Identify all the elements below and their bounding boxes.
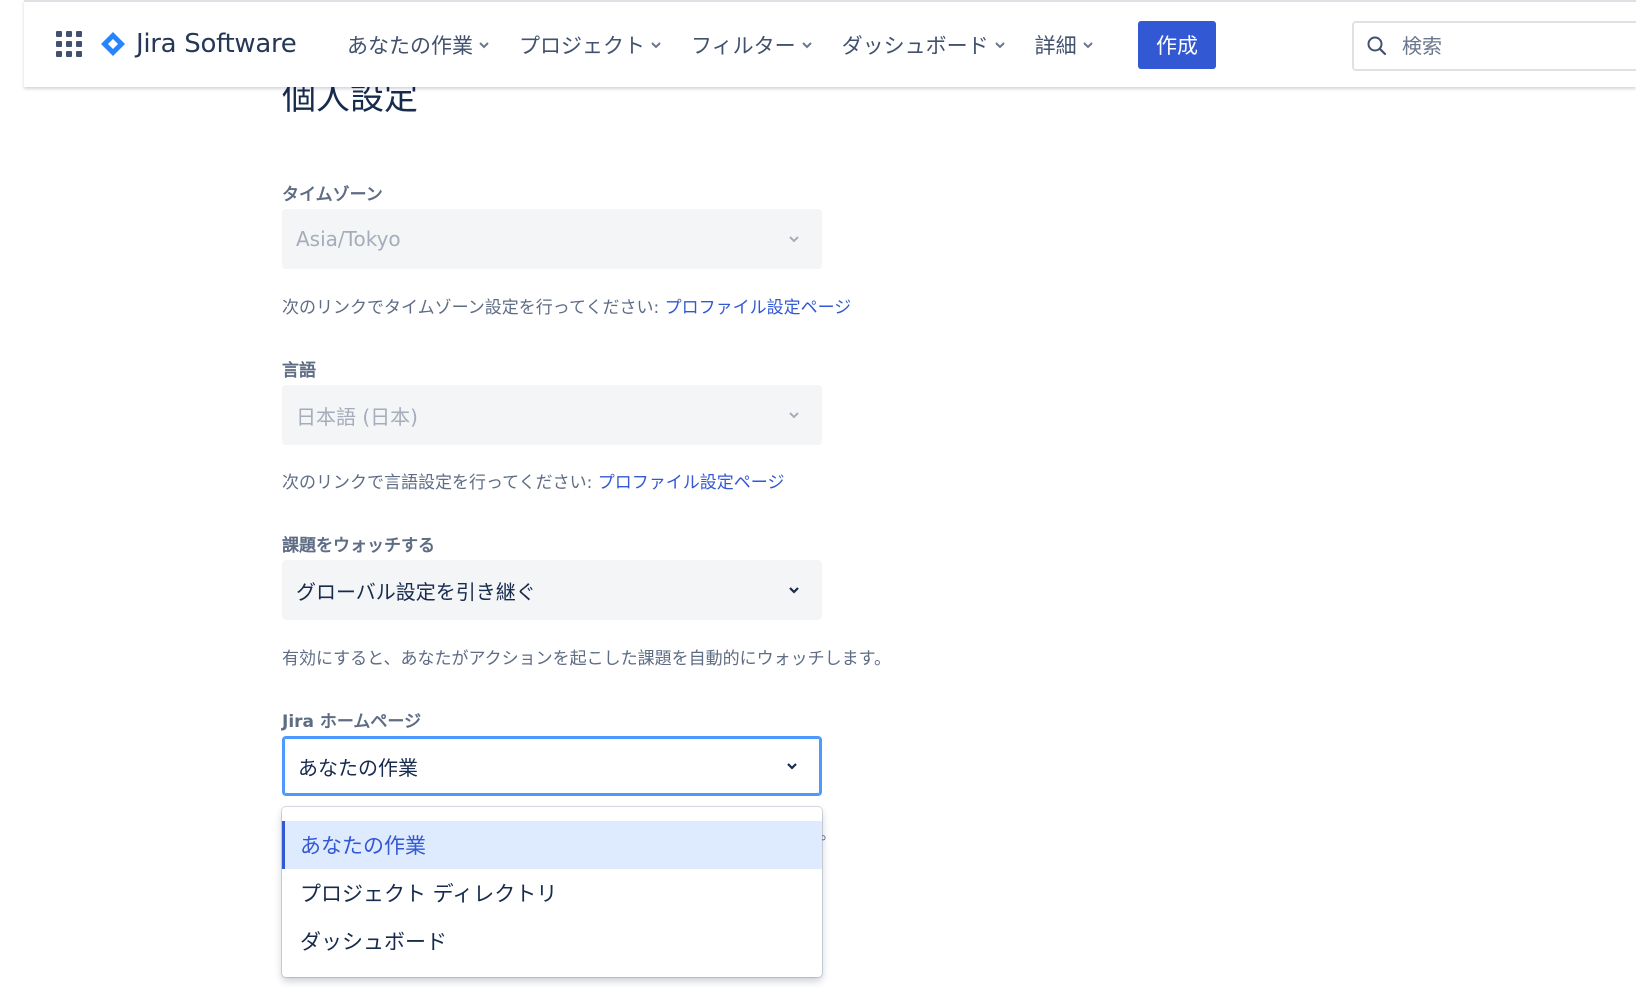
nav-item-label: フィルター	[691, 34, 796, 58]
nav-item-label: あなたの作業	[347, 34, 473, 58]
language-help: 次のリンクで言語設定を行ってください: プロファイル設定ページ	[282, 468, 784, 493]
app-name: Jira Software	[136, 29, 297, 59]
timezone-value: Asia/Tokyo	[296, 227, 401, 251]
homepage-help-fragment: 。	[820, 824, 837, 843]
nav-item-label: 詳細	[1034, 34, 1077, 58]
language-help-text: 次のリンクで言語設定を行ってください:	[282, 473, 598, 493]
nav-item-label: プロジェクト	[519, 34, 645, 58]
jira-diamond-icon	[101, 32, 125, 56]
watch-select[interactable]: グローバル設定を引き継ぐ	[282, 560, 822, 620]
nav-item-more[interactable]: 詳細	[1035, 30, 1095, 60]
chevron-down-icon	[994, 42, 1005, 49]
language-value: 日本語 (日本)	[296, 404, 418, 429]
language-label: 言語	[282, 361, 316, 381]
nav-item-filters[interactable]: フィルター	[691, 30, 814, 60]
chevron-down-icon	[787, 763, 797, 770]
timezone-profile-link[interactable]: プロファイル設定ページ	[665, 298, 852, 318]
top-navigation: Jira Software あなたの作業 プロジェクト フィルター ダッシュボー…	[24, 0, 1636, 87]
create-button[interactable]: 作成	[1138, 21, 1216, 69]
search-icon	[1367, 36, 1387, 56]
watch-label: 課題をウォッチする	[282, 536, 435, 556]
chevron-down-icon	[479, 42, 489, 49]
language-select: 日本語 (日本)	[282, 385, 822, 445]
chevron-down-icon	[1082, 42, 1093, 49]
homepage-value: あなたの作業	[298, 755, 418, 780]
dropdown-option-your-work[interactable]: あなたの作業	[282, 821, 822, 869]
homepage-select[interactable]: あなたの作業	[282, 736, 822, 796]
language-profile-link[interactable]: プロファイル設定ページ	[598, 473, 785, 493]
jira-logo[interactable]: Jira Software	[100, 27, 297, 61]
timezone-help: 次のリンクでタイムゾーン設定を行ってください: プロファイル設定ページ	[282, 293, 851, 318]
watch-help: 有効にすると、あなたがアクションを起こした課題を自動的にウォッチします。	[282, 649, 891, 669]
chevron-down-icon	[651, 42, 661, 49]
homepage-dropdown-menu: あなたの作業 プロジェクト ディレクトリ ダッシュボード	[282, 807, 822, 977]
homepage-label: Jira ホームページ	[282, 712, 422, 732]
chevron-down-icon	[789, 236, 799, 243]
timezone-help-text: 次のリンクでタイムゾーン設定を行ってください:	[282, 298, 665, 318]
timezone-select: Asia/Tokyo	[282, 209, 822, 269]
nav-item-projects[interactable]: プロジェクト	[519, 30, 663, 60]
nav-item-your-work[interactable]: あなたの作業	[347, 30, 491, 60]
timezone-label: タイムゾーン	[282, 185, 383, 205]
chevron-down-icon	[801, 42, 812, 49]
watch-value: グローバル設定を引き継ぐ	[296, 579, 536, 604]
dropdown-option-project-directory[interactable]: プロジェクト ディレクトリ	[282, 869, 822, 917]
app-switcher-icon[interactable]	[56, 31, 82, 57]
chevron-down-icon	[789, 412, 799, 419]
nav-menu: あなたの作業 プロジェクト フィルター ダッシュボード 詳細	[347, 28, 1123, 62]
nav-item-dashboards[interactable]: ダッシュボード	[842, 30, 1007, 60]
search-box[interactable]	[1352, 21, 1636, 71]
nav-item-label: ダッシュボード	[841, 34, 989, 58]
dropdown-option-dashboards[interactable]: ダッシュボード	[282, 917, 822, 965]
search-input[interactable]	[1400, 33, 1636, 59]
chevron-down-icon	[789, 587, 799, 594]
